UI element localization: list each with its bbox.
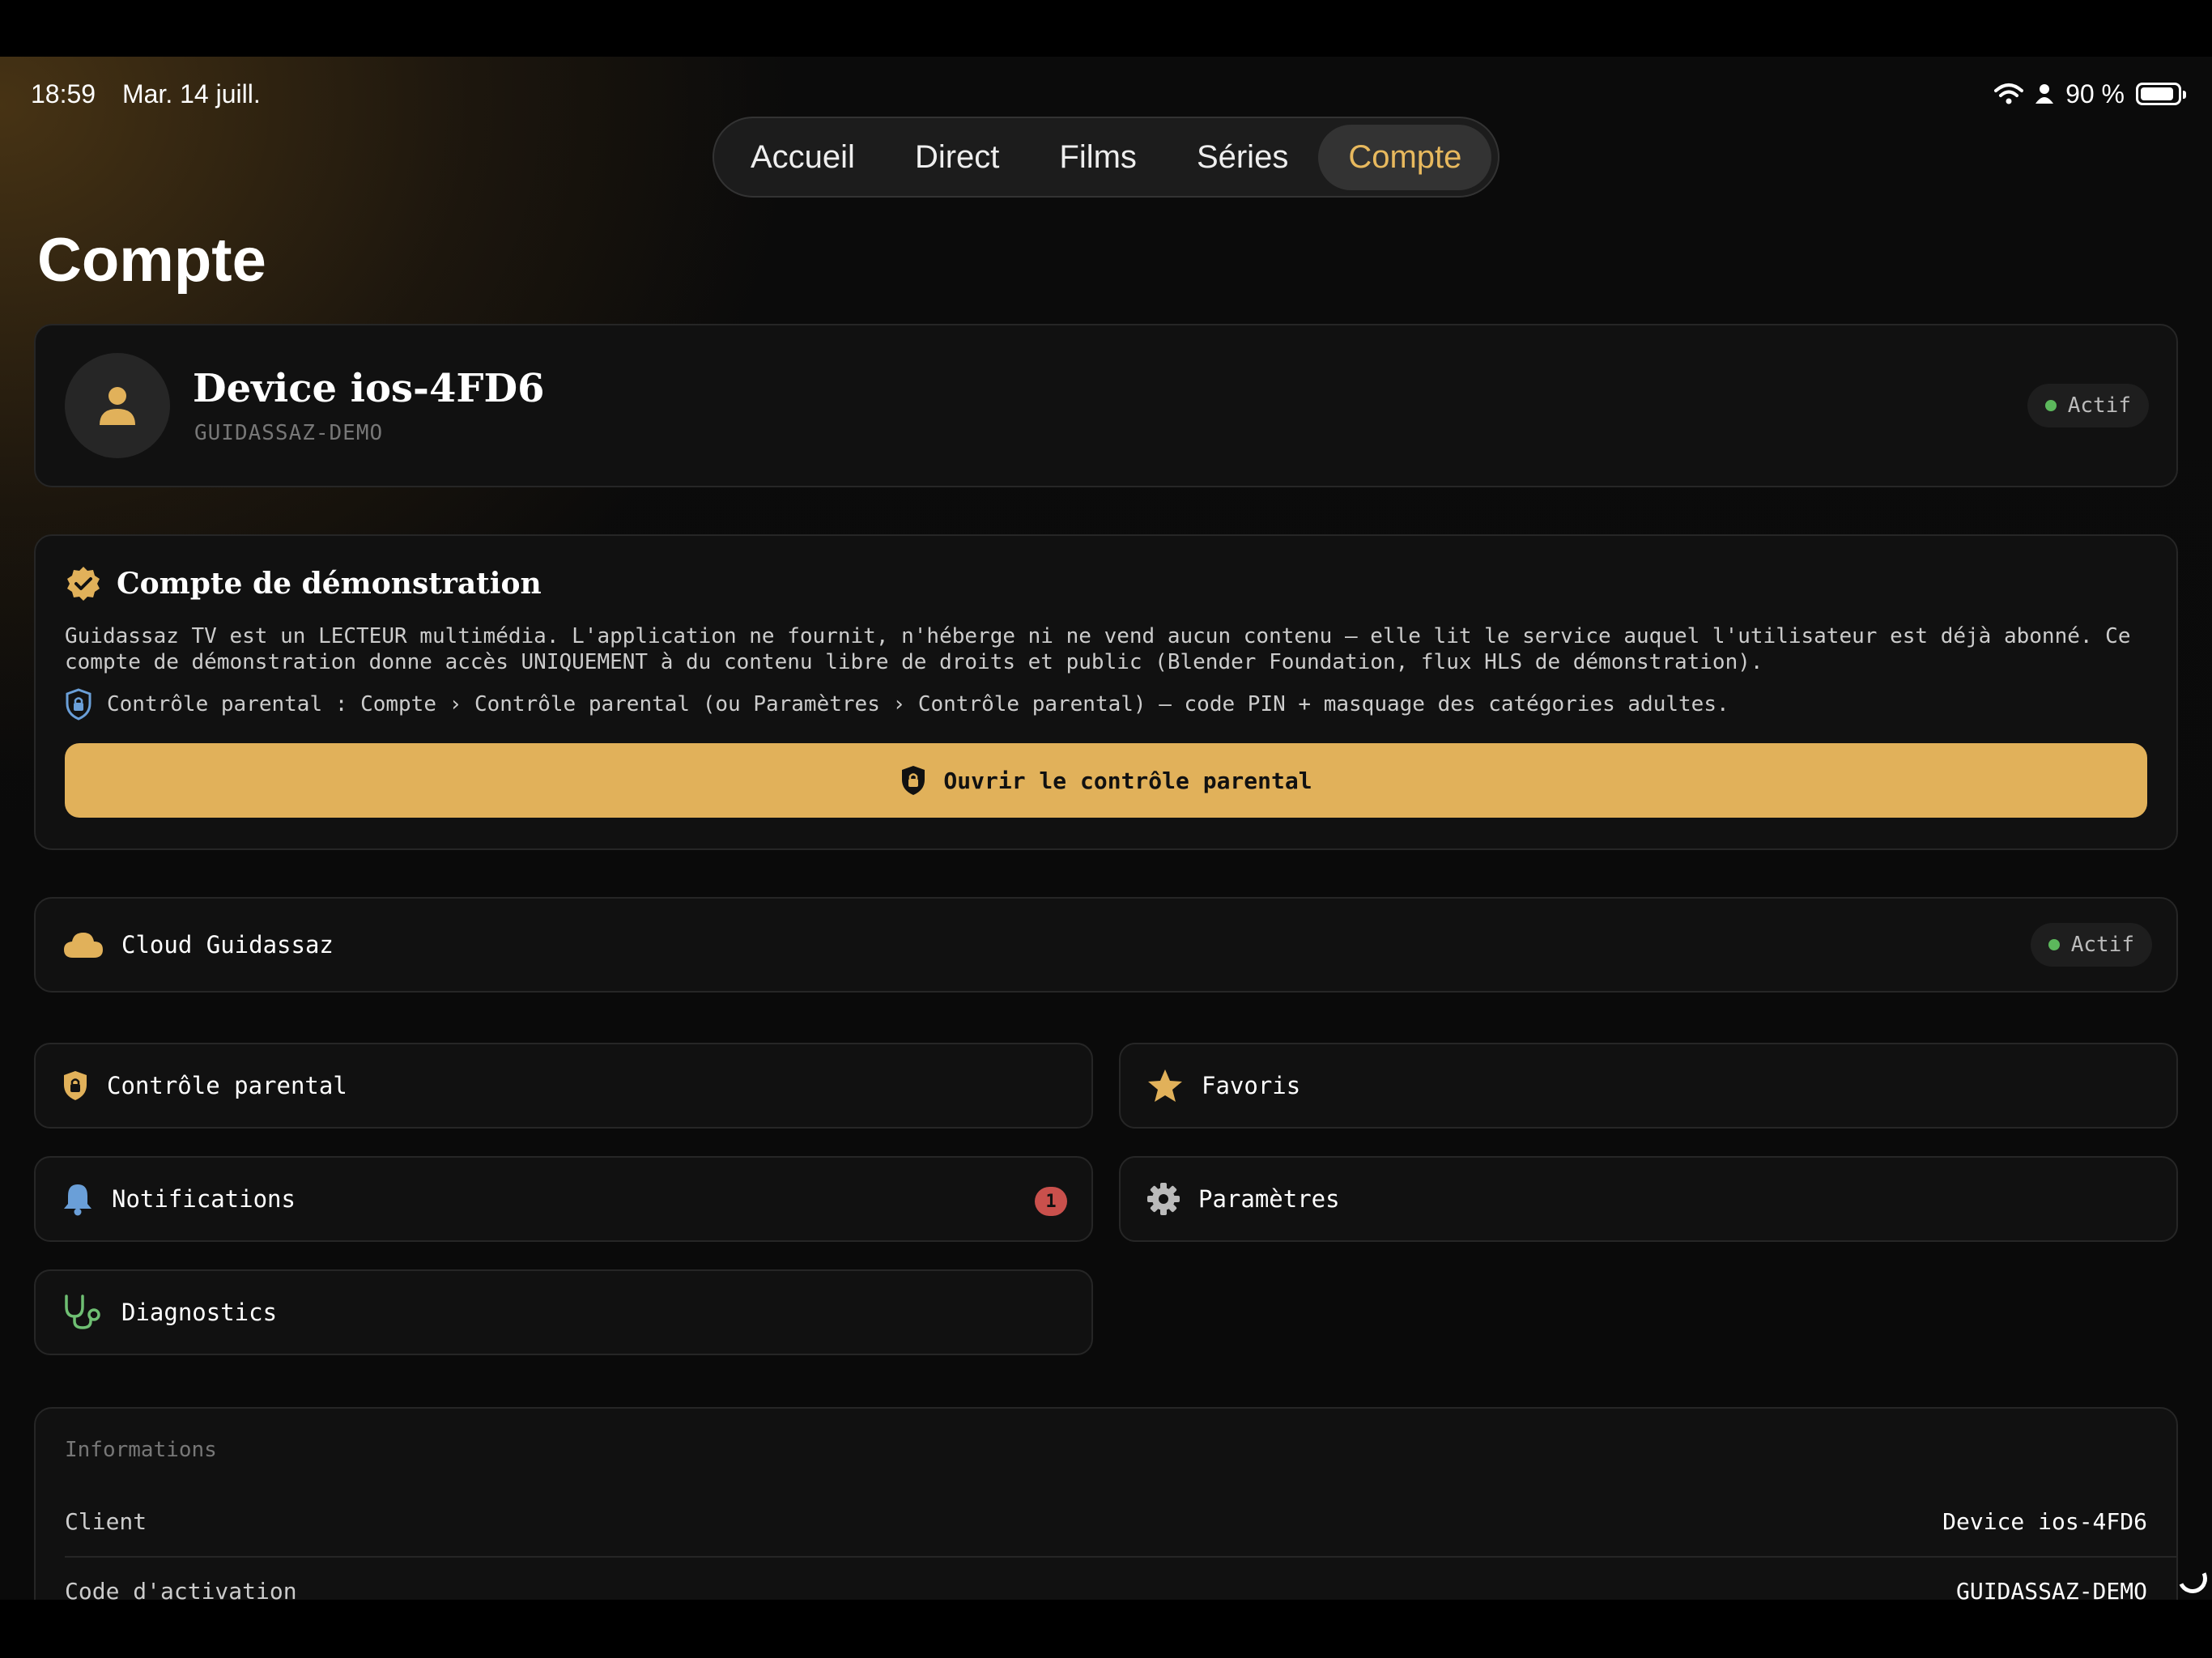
status-date: Mar. 14 juill. bbox=[121, 79, 261, 108]
status-dot bbox=[2048, 939, 2060, 950]
gear-icon bbox=[1147, 1183, 1180, 1215]
cloud-label: Cloud Guidassaz bbox=[121, 931, 334, 959]
profile-code: GUIDASSAZ-DEMO bbox=[194, 421, 384, 445]
diagnostics-tile[interactable]: Diagnostics bbox=[34, 1269, 1093, 1355]
tab-series[interactable]: Séries bbox=[1167, 125, 1318, 190]
tile-content: Notifications bbox=[62, 1158, 296, 1240]
tile-content: Contrôle parental bbox=[62, 1044, 347, 1127]
person-icon bbox=[2035, 84, 2054, 104]
info-value: GUIDASSAZ-DEMO bbox=[1955, 1577, 2147, 1601]
open-parental-control-button[interactable]: Ouvrir le contrôle parental bbox=[65, 743, 2147, 818]
demo-hint: Contrôle parental : Compte › Contrôle pa… bbox=[65, 688, 1729, 721]
info-title: Informations bbox=[65, 1438, 217, 1462]
tab-direct[interactable]: Direct bbox=[885, 125, 1029, 190]
wifi-icon bbox=[1994, 83, 2024, 104]
demo-hint-text: Contrôle parental : Compte › Contrôle pa… bbox=[107, 692, 1729, 716]
status-dot bbox=[2044, 400, 2057, 411]
cloud-row[interactable]: Cloud Guidassaz Actif bbox=[34, 897, 2178, 993]
demo-account-card: Compte de démonstration Guidassaz TV est… bbox=[34, 534, 2178, 850]
cloud-row-content: Cloud Guidassaz bbox=[63, 899, 334, 991]
stethoscope-icon bbox=[65, 1295, 100, 1329]
tile-label: Favoris bbox=[1202, 1072, 1301, 1099]
notifications-tile[interactable]: Notifications 1 bbox=[34, 1156, 1093, 1242]
cloud-status-text: Actif bbox=[2070, 933, 2134, 957]
tile-label: Paramètres bbox=[1198, 1185, 1340, 1213]
cloud-icon bbox=[64, 933, 103, 958]
battery-percent: 90 % bbox=[2065, 79, 2125, 108]
battery-icon bbox=[2136, 83, 2186, 105]
status-badge: Actif bbox=[2027, 384, 2149, 427]
info-key: Client bbox=[65, 1507, 147, 1535]
parental-control-tile[interactable]: Contrôle parental bbox=[34, 1043, 1093, 1129]
tile-label: Contrôle parental bbox=[107, 1072, 347, 1099]
status-right: 90 % bbox=[1994, 79, 2186, 109]
info-key: Code d'activation bbox=[65, 1577, 297, 1601]
demo-header: Compte de démonstration bbox=[65, 565, 542, 602]
demo-title: Compte de démonstration bbox=[117, 567, 542, 601]
shield-lock-icon bbox=[64, 1071, 87, 1100]
info-value: Device ios-4FD6 bbox=[1942, 1507, 2147, 1535]
notification-count-badge: 1 bbox=[1035, 1187, 1067, 1216]
tab-films[interactable]: Films bbox=[1029, 125, 1167, 190]
info-card: Informations Client Device ios-4FD6 Code… bbox=[34, 1407, 2178, 1600]
tile-content: Paramètres bbox=[1146, 1158, 1340, 1240]
top-tab-bar: Accueil Direct Films Séries Compte bbox=[713, 117, 1499, 198]
tab-compte[interactable]: Compte bbox=[1318, 124, 1492, 190]
info-row-client: Client Device ios-4FD6 bbox=[65, 1486, 2147, 1556]
demo-description: Guidassaz TV est un LECTEUR multimédia. … bbox=[65, 624, 2131, 674]
user-icon bbox=[100, 387, 135, 425]
cta-label: Ouvrir le contrôle parental bbox=[943, 767, 1312, 794]
bell-icon bbox=[64, 1184, 91, 1216]
status-time: 18:59 bbox=[31, 79, 96, 108]
shield-lock-icon bbox=[66, 688, 91, 721]
avatar bbox=[65, 353, 170, 458]
app-screen: 18:59 Mar. 14 juill. 90 % Accueil Direct… bbox=[0, 57, 2212, 1600]
status-left: 18:59 Mar. 14 juill. bbox=[31, 79, 280, 109]
status-bar: 18:59 Mar. 14 juill. 90 % bbox=[31, 70, 2186, 118]
tile-label: Diagnostics bbox=[121, 1299, 278, 1326]
bottom-bar bbox=[0, 1600, 2212, 1658]
tab-accueil[interactable]: Accueil bbox=[721, 125, 885, 190]
profile-card: Device ios-4FD6 GUIDASSAZ-DEMO Actif bbox=[34, 324, 2178, 487]
battery-fill bbox=[2141, 87, 2173, 100]
info-row-activation-code: Code d'activation GUIDASSAZ-DEMO bbox=[65, 1556, 2147, 1601]
profile-name: Device ios-4FD6 bbox=[193, 366, 545, 411]
favorites-tile[interactable]: Favoris bbox=[1119, 1043, 2178, 1129]
tile-label: Notifications bbox=[112, 1185, 296, 1213]
status-text: Actif bbox=[2067, 393, 2131, 418]
verified-badge-icon bbox=[67, 567, 100, 601]
tile-content: Diagnostics bbox=[62, 1271, 277, 1354]
cloud-status-badge: Actif bbox=[2030, 923, 2152, 967]
star-icon bbox=[1148, 1069, 1182, 1102]
page-title: Compte bbox=[37, 226, 266, 295]
shield-lock-icon bbox=[902, 766, 925, 795]
tile-content: Favoris bbox=[1146, 1044, 1300, 1127]
settings-tile[interactable]: Paramètres bbox=[1119, 1156, 2178, 1242]
